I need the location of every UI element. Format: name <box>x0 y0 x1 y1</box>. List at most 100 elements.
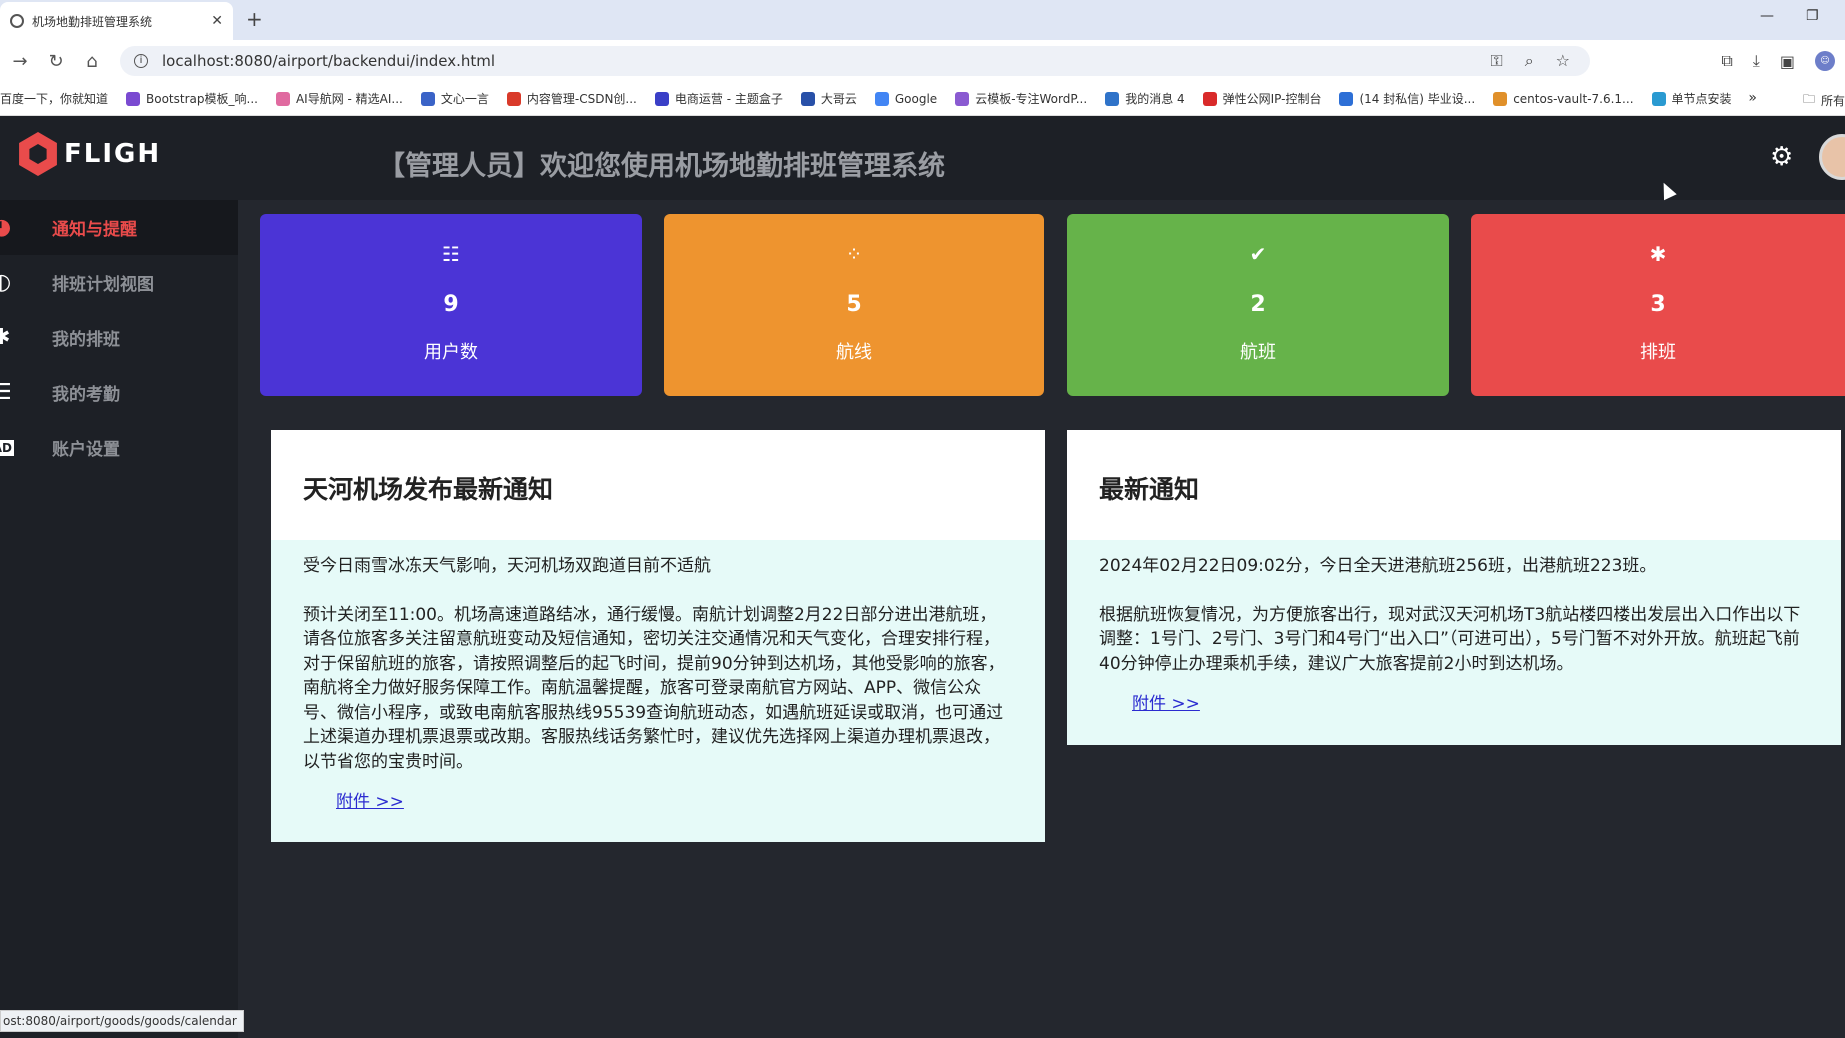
new-tab-icon[interactable]: + <box>246 7 263 31</box>
bookmarks-more-icon[interactable]: » <box>1748 90 1757 106</box>
extensions-icon[interactable]: ⧉ <box>1721 51 1732 71</box>
stat-value: 3 <box>1650 292 1666 317</box>
bookmark-label: (14 封私信) 毕业设... <box>1359 92 1476 106</box>
bookmark-label: AI导航网 - 精选AI... <box>295 92 403 106</box>
notice-panel-airport: 天河机场发布最新通知 受今日雨雪冰冻天气影响，天河机场双跑道目前不适航 预计关闭… <box>271 430 1045 842</box>
tab-title: 机场地勤排班管理系统 <box>32 14 153 29</box>
bookmark-label: centos-vault-7.6.1... <box>1513 91 1634 106</box>
minimize-icon[interactable]: — <box>1760 8 1774 24</box>
bookmark-favicon-icon <box>1651 91 1666 106</box>
bookmark-favicon-icon <box>275 91 290 106</box>
attachment-link[interactable]: 附件 >> <box>336 790 1013 815</box>
bookmark-item[interactable]: 我的消息 4 <box>1105 90 1185 107</box>
bookmark-label: 百度一下，你就知道 <box>0 92 109 106</box>
stat-value: 5 <box>846 292 862 317</box>
check-circle-icon: ✔ <box>1249 242 1267 266</box>
bookmarks-bar: 百度一下，你就知道 Bootstrap模板_响... AI导航网 - 精选AI...… <box>0 82 1845 116</box>
bug-icon: ✱ <box>0 325 11 350</box>
stat-card-routes[interactable]: ⁘ 5 航线 <box>664 214 1044 396</box>
restore-icon[interactable]: ❐ <box>1806 8 1819 24</box>
bookmark-item[interactable]: Bootstrap模板_响... <box>126 90 258 107</box>
bookmark-item[interactable]: 文心一言 <box>420 90 489 107</box>
bookmark-label: 文心一言 <box>440 92 489 106</box>
sidebar-item-my-attendance[interactable]: ☰ 我的考勤 <box>0 365 238 420</box>
bookmark-label: 大哥云 <box>820 92 857 106</box>
logo[interactable]: FLIGH <box>16 132 161 176</box>
notice-paragraph: 预计关闭至11:00。机场高速道路结冰，通行缓慢。南航计划调整2月22日部分进出… <box>303 604 1005 772</box>
bookmark-favicon-icon <box>800 91 815 106</box>
stat-value: 9 <box>443 292 459 317</box>
reload-icon[interactable]: ↻ <box>38 51 74 72</box>
app-header: FLIGH 【管理人员】欢迎您使用机场地勤排班管理系统 ⚙ <box>0 116 1845 200</box>
sidebar-item-label: 通知与提醒 <box>52 220 137 240</box>
url-field[interactable]: i localhost:8080/airport/backendui/index… <box>120 46 1590 76</box>
bookmark-favicon-icon <box>955 91 970 106</box>
browser-tab[interactable]: 机场地勤排班管理系统 ✕ <box>0 2 233 40</box>
key-icon[interactable]: ⚿ <box>1491 51 1503 71</box>
gear-icon[interactable]: ⚙ <box>1770 144 1796 170</box>
bookmark-label: Bootstrap模板_响... <box>146 92 258 106</box>
sidebar-item-label: 账户设置 <box>52 440 120 460</box>
bookmark-item[interactable]: centos-vault-7.6.1... <box>1493 91 1634 106</box>
bookmark-label: Google <box>894 91 938 106</box>
sidebar-item-label: 我的考勤 <box>52 385 120 405</box>
bookmark-item[interactable]: (14 封私信) 毕业设... <box>1339 90 1475 107</box>
stat-label: 航线 <box>836 342 872 363</box>
bookmark-label: 内容管理-CSDN创... <box>526 92 637 106</box>
browser-tab-bar: 机场地勤排班管理系统 ✕ + — ❐ <box>0 0 1845 40</box>
page-title: 【管理人员】欢迎您使用机场地勤排班管理系统 <box>378 151 945 182</box>
logo-hexagon-icon <box>19 132 57 176</box>
avatar[interactable] <box>1819 134 1845 180</box>
sidebar-item-label: 排班计划视图 <box>52 275 154 295</box>
dashboard-icon: ◕ <box>0 215 12 240</box>
sidebar: ◕ 通知与提醒 ◐ 排班计划视图 ✱ 我的排班 ☰ 我的考勤 AD 账户设置 <box>0 200 238 1038</box>
ad-icon: AD <box>0 440 14 456</box>
stat-card-flights[interactable]: ✔ 2 航班 <box>1067 214 1449 396</box>
stat-card-users[interactable]: ☷ 9 用户数 <box>260 214 642 396</box>
panel-body: 2024年02月22日09:02分，今日全天进港航班256班，出港航班223班。… <box>1067 540 1841 717</box>
folder-icon: 🗀 <box>1802 92 1815 106</box>
notice-paragraph: 根据航班恢复情况，为方便旅客出行，现对武汉天河机场T3航站楼四楼出发层出入口作出… <box>1099 604 1801 674</box>
bookmark-item[interactable]: 大哥云 <box>800 90 857 107</box>
bookmark-favicon-icon <box>1339 91 1354 106</box>
stat-card-shifts[interactable]: ✱ 3 排班 <box>1471 214 1845 396</box>
sidebar-item-account-settings[interactable]: AD 账户设置 <box>0 420 238 475</box>
panel-title: 天河机场发布最新通知 <box>271 430 1045 540</box>
bookmark-favicon-icon <box>1202 91 1217 106</box>
star-icon[interactable]: ☆ <box>1556 51 1570 71</box>
sidebar-item-notifications[interactable]: ◕ 通知与提醒 <box>0 200 238 255</box>
bookmark-favicon-icon <box>420 91 435 106</box>
bookmark-favicon-icon <box>506 91 521 106</box>
home-icon[interactable]: ⌂ <box>74 51 110 72</box>
sidebar-item-my-shifts[interactable]: ✱ 我的排班 <box>0 310 238 365</box>
url-text: localhost:8080/airport/backendui/index.h… <box>162 52 496 70</box>
bookmark-item[interactable]: 百度一下，你就知道 <box>0 90 108 107</box>
logo-text: FLIGH <box>64 139 162 169</box>
status-url: ost:8080/airport/goods/goods/calendar <box>0 1010 244 1032</box>
zoom-icon[interactable]: ⌕ <box>1525 51 1534 71</box>
profile-icon[interactable]: ☺ <box>1815 51 1835 71</box>
stat-label: 航班 <box>1240 342 1276 363</box>
bookmark-label: 单节点安装 <box>1671 92 1732 106</box>
bookmark-item[interactable]: AI导航网 - 精选AI... <box>275 90 403 107</box>
all-bookmarks-label: 所有 <box>1820 94 1845 108</box>
bookmark-label: 云模板-专注WordP... <box>975 92 1088 106</box>
bookmark-item[interactable]: 电商运营 - 主题盒子 <box>654 90 783 107</box>
bookmark-item[interactable]: 内容管理-CSDN创... <box>506 90 637 107</box>
sidepanel-icon[interactable]: ▣ <box>1780 52 1795 71</box>
bookmark-item[interactable]: Google <box>874 91 938 106</box>
attachment-link[interactable]: 附件 >> <box>1132 692 1809 717</box>
bookmark-item[interactable]: 云模板-专注WordP... <box>955 90 1087 107</box>
bookmark-label: 电商运营 - 主题盒子 <box>674 92 783 106</box>
bookmark-favicon-icon <box>1105 91 1120 106</box>
download-icon[interactable]: ⤓ <box>1753 51 1760 71</box>
all-bookmarks-folder[interactable]: 🗀 所有 <box>1803 90 1845 111</box>
bookmark-item[interactable]: 单节点安装 <box>1651 90 1732 107</box>
address-bar-row: → ↻ ⌂ i localhost:8080/airport/backendui… <box>0 40 1845 82</box>
sidebar-item-schedule-view[interactable]: ◐ 排班计划视图 <box>0 255 238 310</box>
forward-icon[interactable]: → <box>2 51 38 72</box>
close-icon[interactable]: ✕ <box>211 13 223 29</box>
bookmark-item[interactable]: 弹性公网IP-控制台 <box>1202 90 1321 107</box>
stat-value: 2 <box>1250 292 1266 317</box>
info-icon[interactable]: i <box>134 54 148 68</box>
